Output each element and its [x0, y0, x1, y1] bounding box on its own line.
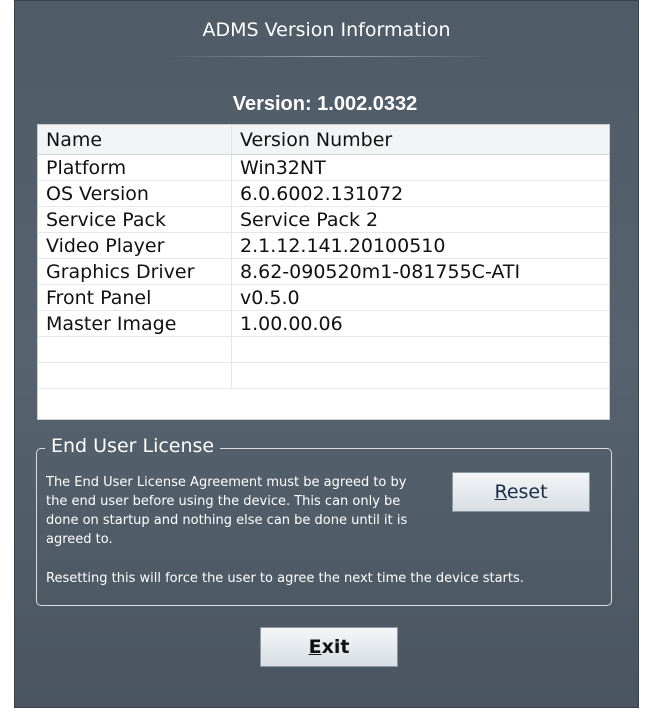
table-row[interactable]: Graphics Driver 8.62-090520m1-081755C-AT…	[38, 259, 609, 285]
row-name: Video Player	[38, 233, 232, 258]
row-value	[232, 363, 609, 388]
table-row-empty[interactable]	[38, 363, 609, 389]
reset-button[interactable]: Reset	[452, 472, 590, 512]
title-divider	[165, 56, 495, 57]
row-name: Platform	[38, 155, 232, 180]
column-header-version-number: Version Number	[240, 129, 393, 151]
exit-button[interactable]: Exit	[260, 627, 398, 667]
row-value	[232, 337, 609, 362]
table-row[interactable]: Video Player 2.1.12.141.20100510	[38, 233, 609, 259]
table-row[interactable]: OS Version 6.0.6002.131072	[38, 181, 609, 207]
row-value: 2.1.12.141.20100510	[240, 235, 446, 257]
license-description: The End User License Agreement must be a…	[46, 475, 408, 547]
row-name: Graphics Driver	[38, 259, 232, 284]
row-name: Service Pack	[38, 207, 232, 232]
exit-label: xit	[321, 636, 350, 658]
row-name: OS Version	[38, 181, 232, 206]
license-group-title: End User License	[45, 435, 221, 457]
row-value: 1.00.00.06	[240, 313, 343, 335]
row-value: 6.0.6002.131072	[240, 183, 404, 205]
table-row[interactable]: Front Panel v0.5.0	[38, 285, 609, 311]
row-value: 8.62-090520m1-081755C-ATI	[240, 261, 521, 283]
reset-label: eset	[506, 481, 548, 503]
row-name	[38, 337, 232, 362]
table-header-row: Name Version Number	[38, 125, 609, 155]
row-value: Service Pack 2	[240, 209, 379, 231]
row-value: Win32NT	[240, 157, 326, 179]
table-row-empty[interactable]	[38, 337, 609, 363]
license-reset-note: Resetting this will force the user to ag…	[46, 571, 524, 586]
reset-mnemonic: R	[494, 481, 507, 503]
exit-mnemonic: E	[308, 636, 322, 658]
version-table: Name Version Number Platform Win32NT OS …	[37, 124, 610, 420]
table-row[interactable]: Service Pack Service Pack 2	[38, 207, 609, 233]
table-row[interactable]: Platform Win32NT	[38, 155, 609, 181]
row-value: v0.5.0	[240, 287, 300, 309]
row-name: Front Panel	[38, 285, 232, 310]
column-header-name: Name	[38, 125, 232, 154]
row-name: Master Image	[38, 311, 232, 336]
dialog-title: ADMS Version Information	[202, 19, 451, 41]
version-label: Version: 1.002.0332	[232, 93, 418, 115]
table-row[interactable]: Master Image 1.00.00.06	[38, 311, 609, 337]
row-name	[38, 363, 232, 388]
